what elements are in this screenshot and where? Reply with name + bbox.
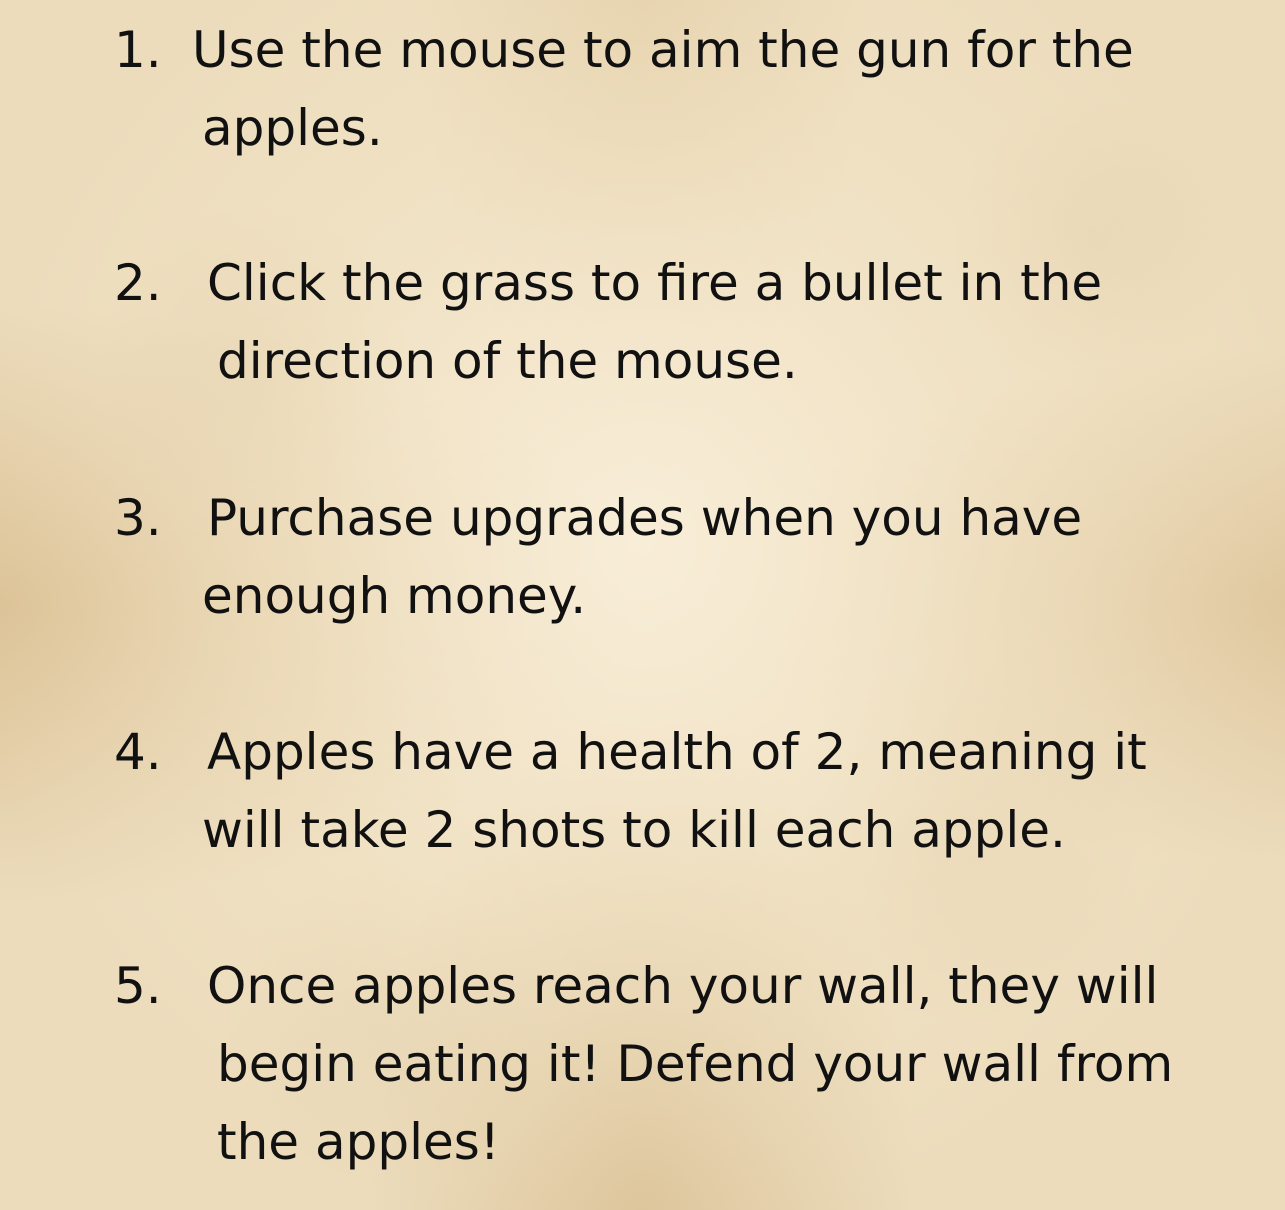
instruction-number: 2. [114, 254, 162, 312]
instruction-line: the apples! [217, 1113, 500, 1171]
instruction-line: Purchase upgrades when you have [207, 489, 1083, 547]
instruction-line: Apples have a health of 2, meaning it [207, 723, 1147, 781]
instruction-line: will take 2 shots to kill each apple. [202, 801, 1066, 859]
instruction-line: direction of the mouse. [217, 332, 798, 390]
instruction-line: Use the mouse to aim the gun for the [192, 21, 1134, 79]
instruction-number: 4. [114, 723, 162, 781]
instruction-line: apples. [202, 99, 383, 157]
instructions-list: 1. Use the mouse to aim the gun for the … [0, 0, 1285, 1210]
instruction-number: 5. [114, 957, 162, 1015]
instruction-line: begin eating it! Defend your wall from [217, 1035, 1174, 1093]
instruction-line: Once apples reach your wall, they will [207, 957, 1159, 1015]
instruction-number: 1. [114, 21, 162, 79]
instruction-number: 3. [114, 489, 162, 547]
instruction-line: enough money. [202, 567, 587, 625]
instruction-line: Click the grass to fire a bullet in the [207, 254, 1103, 312]
